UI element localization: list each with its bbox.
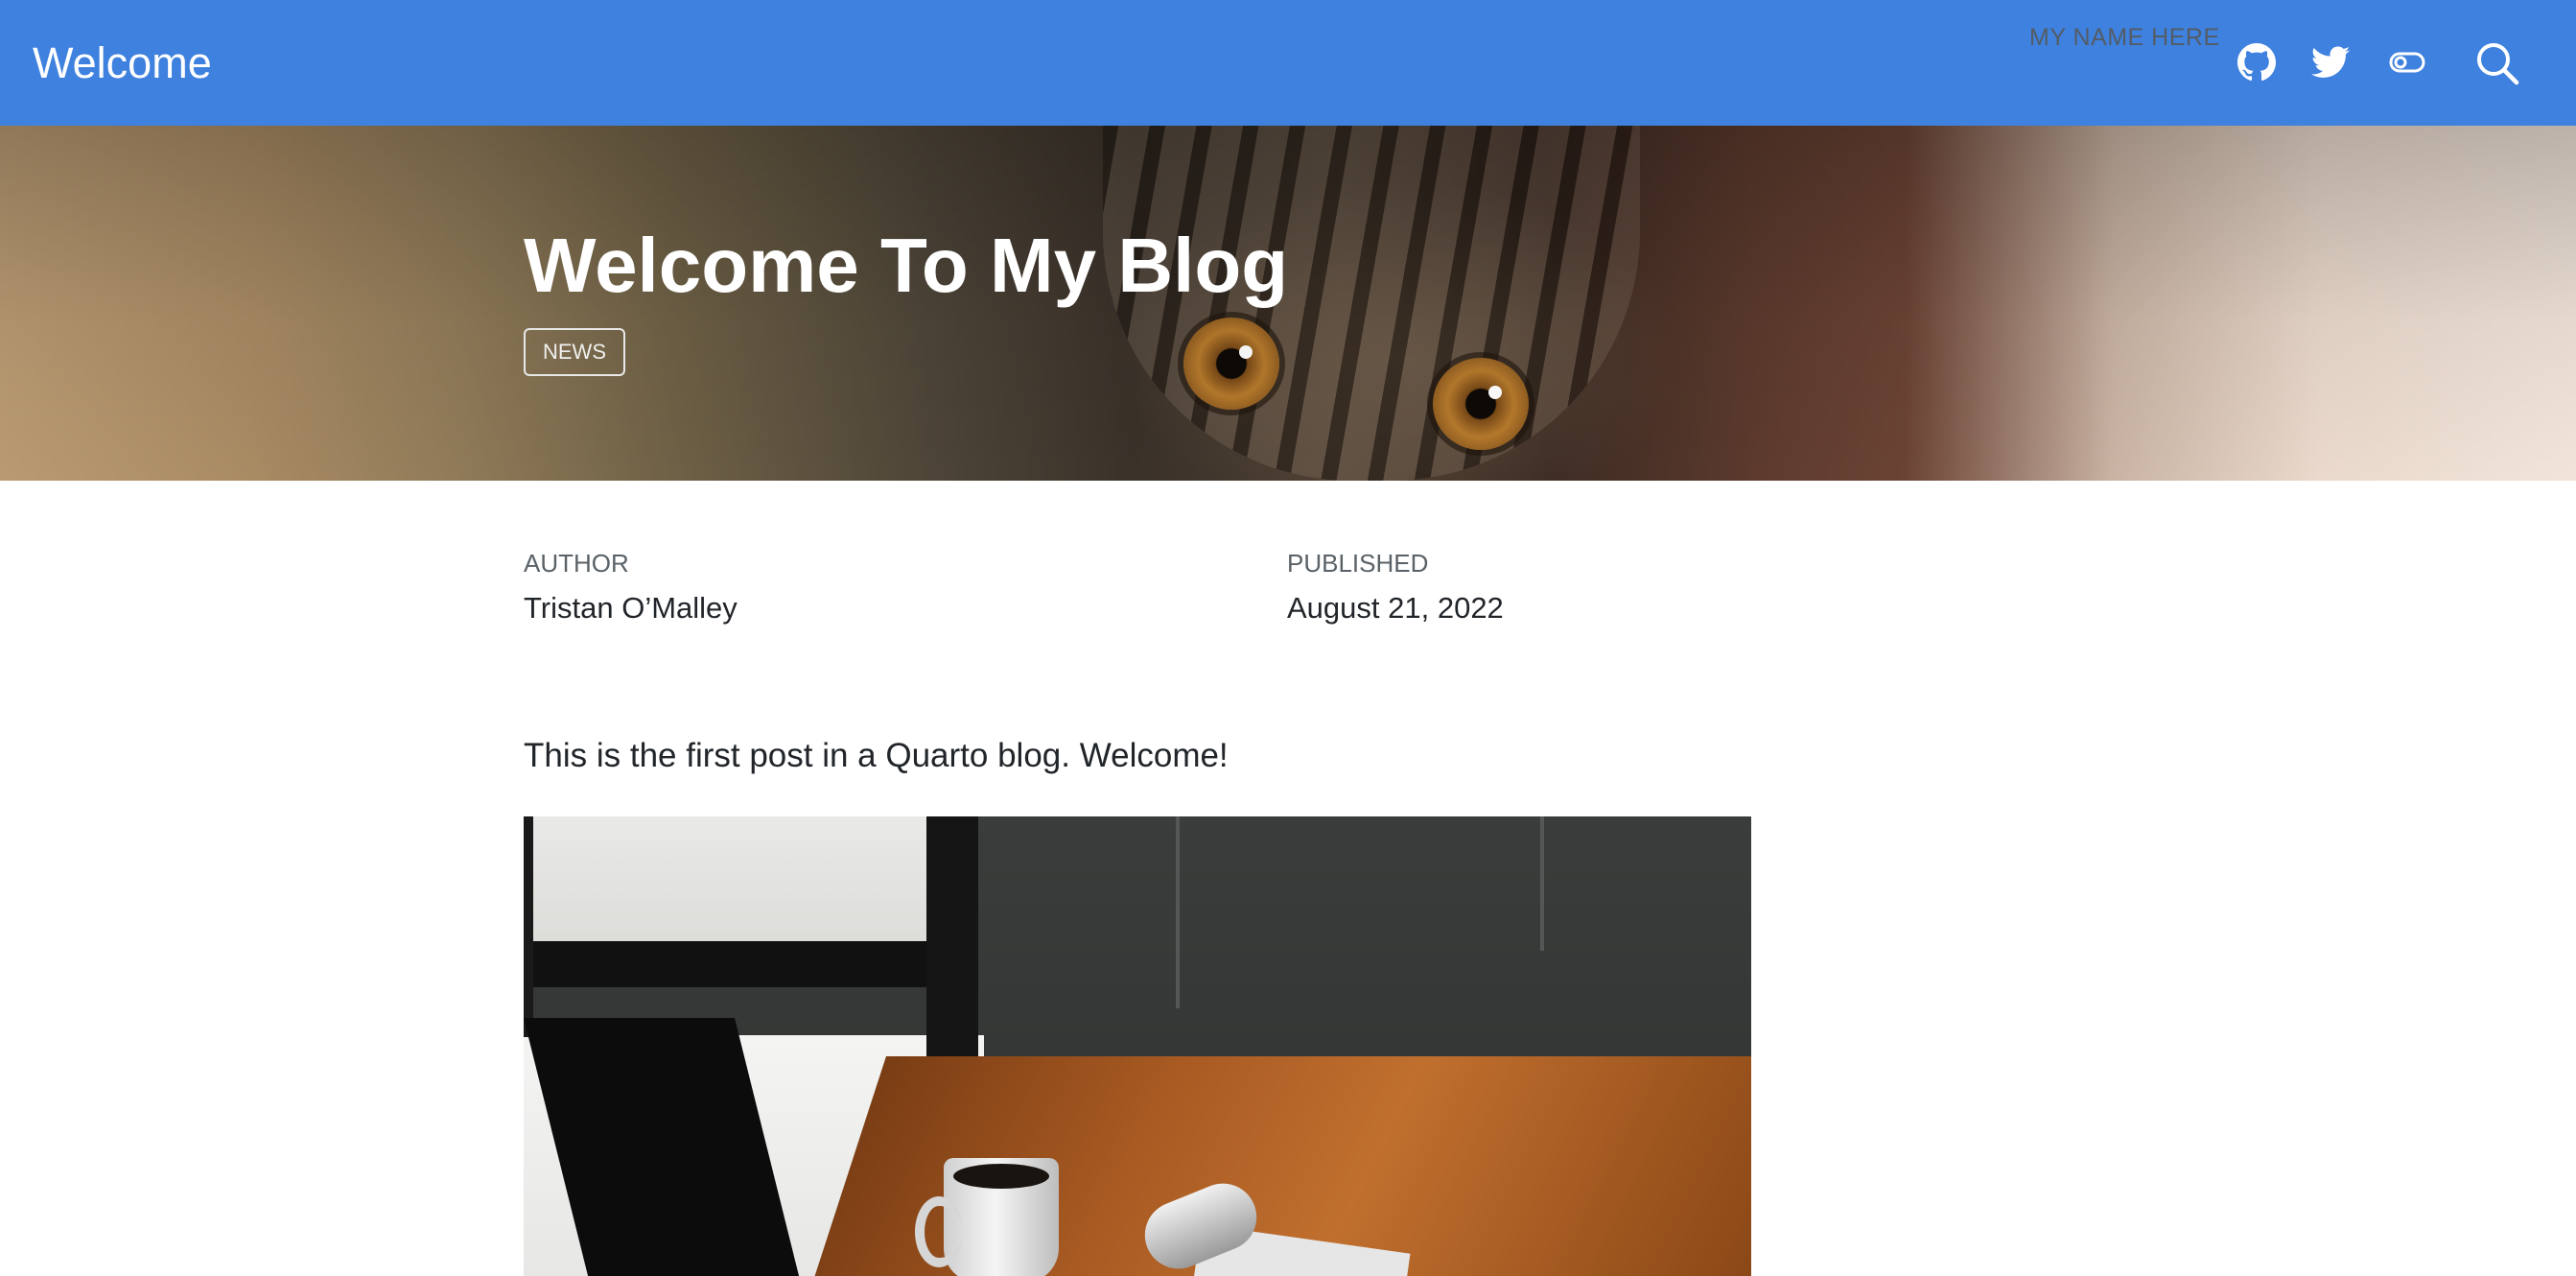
github-icon[interactable] [2236, 41, 2278, 83]
post-image [524, 816, 1751, 1276]
theme-toggle-icon[interactable] [2386, 41, 2428, 83]
search-icon[interactable] [2474, 40, 2520, 86]
author-name: Tristan O’Malley [524, 591, 738, 625]
site-brand-link[interactable]: Welcome [33, 35, 212, 92]
category-badge-news[interactable]: NEWS [524, 328, 625, 376]
post-intro-paragraph: This is the first post in a Quarto blog.… [524, 737, 1229, 774]
author-label: AUTHOR [524, 549, 629, 578]
post-title: Welcome To My Blog [524, 223, 1289, 308]
published-date: August 21, 2022 [1287, 591, 1504, 625]
twitter-icon[interactable] [2309, 41, 2352, 83]
published-label: PUBLISHED [1287, 549, 1429, 578]
navbar: Welcome MY NAME HERE [0, 0, 2576, 126]
nav-name-text[interactable]: MY NAME HERE [2029, 23, 2220, 52]
title-banner: Welcome To My Blog NEWS [0, 126, 2576, 481]
